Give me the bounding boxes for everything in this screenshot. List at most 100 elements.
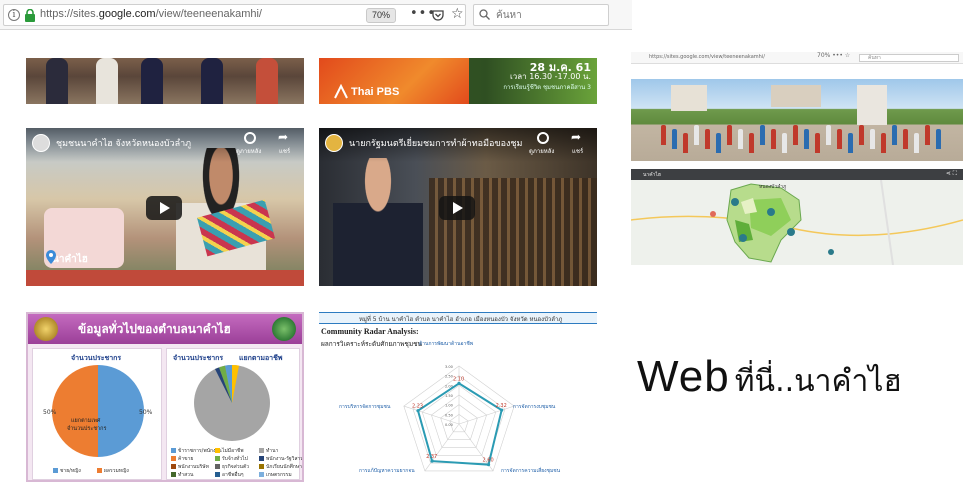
- building: [671, 85, 707, 111]
- bookmark-star-icon[interactable]: ☆: [451, 6, 464, 22]
- legend-item: ชาย/หญิง: [53, 467, 81, 475]
- dancer-figure: [782, 133, 787, 153]
- pocket-icon[interactable]: [432, 10, 444, 21]
- web-caption: Web ที่นี่..นาคำไฮ: [637, 352, 902, 405]
- radar-tick-label: 1.50: [445, 394, 453, 398]
- dancer-figure: [727, 125, 732, 145]
- radar-slide[interactable]: หมู่ที่ 5 บ้าน นาคำไฮ ตำบล นาคำไฮ อำเภอ …: [319, 312, 597, 482]
- dancer-figure: [749, 133, 754, 153]
- url-text[interactable]: https://sites.google.com/view/teeneenaka…: [40, 8, 262, 20]
- watch-later-label: ดูภายหลัง: [529, 148, 555, 155]
- lock-icon: [25, 9, 35, 22]
- loom-background: [429, 178, 597, 286]
- legend-item: ธุรกิจส่วนตัว: [215, 463, 249, 471]
- pie-pct-label: 50%: [43, 409, 57, 416]
- radar-value-label: 2.37: [426, 454, 437, 460]
- video-poster-text: นาคำไฮ: [52, 254, 88, 265]
- dancer-figure: [804, 129, 809, 149]
- dancer-figure: [848, 133, 853, 153]
- play-button[interactable]: [439, 196, 475, 220]
- map-canvas: [631, 180, 963, 265]
- dancer-figure: [936, 129, 941, 149]
- legend-item: ทำนา: [259, 447, 278, 455]
- zoom-level-badge[interactable]: 70%: [366, 8, 396, 23]
- channel-avatar[interactable]: [325, 134, 343, 152]
- dancer-figure: [96, 58, 118, 104]
- gate-pillar: [857, 85, 887, 125]
- radar-tick-label: 1.00: [445, 404, 453, 408]
- info-slide[interactable]: ข้อมูลทั่วไปของตำบลนาคำไฮ จำนวนประชากร 5…: [26, 312, 304, 482]
- browser-toolbar: i https://sites.google.com/view/teeneena…: [0, 0, 632, 30]
- pie-pct-label: 50%: [139, 409, 153, 416]
- info-icon[interactable]: i: [8, 9, 20, 21]
- radar-axis-label: การบริหารจัดการชุมชน: [339, 403, 391, 410]
- mini-browser-chrome: https://sites.google.com/view/teeneenaka…: [631, 52, 963, 64]
- building: [771, 85, 821, 107]
- dancer-figure: [881, 133, 886, 153]
- video-title[interactable]: ชุมชนนาคำไฮ จังหวัดหนองบัวลำภู: [56, 136, 191, 150]
- road-strip: [26, 270, 304, 286]
- play-button[interactable]: [146, 196, 182, 220]
- population-panel: จำนวนประชากร 50% 50% แยกตามเพศ จำนวนประช…: [32, 348, 162, 480]
- radar-value-label: 2.23: [412, 404, 423, 410]
- dancer-figure: [46, 58, 68, 104]
- legend-item: พนักงานบริษัท: [171, 463, 209, 471]
- caption-thai: ที่นี่..นาคำไฮ: [734, 364, 902, 399]
- thai-pbs-banner[interactable]: Thai PBS 28 ม.ค. 61 เวลา 16.30 -17.00 น.…: [319, 58, 597, 104]
- radar-tick-label: 0.50: [445, 413, 453, 417]
- radar-axis-label: การจัดการความเสี่ยงชุมชน: [501, 467, 561, 474]
- radar-value-label: 2.10: [453, 376, 464, 382]
- watch-later-icon[interactable]: [537, 132, 549, 144]
- dancer-figure: [661, 125, 666, 145]
- dancer-figure: [705, 129, 710, 149]
- map-pin-icon: [46, 250, 56, 264]
- share-label: แชร์: [572, 148, 584, 155]
- map-toolbar: นาคำไฮ ⋖ ⛶: [631, 169, 963, 180]
- search-icon: [479, 9, 490, 20]
- dancer-figure: [694, 125, 699, 145]
- dancer-figure: [716, 133, 721, 153]
- dancer-figure: [903, 129, 908, 149]
- caption-web: Web: [637, 352, 730, 401]
- legend-item: ทำสวน: [171, 471, 193, 479]
- embedded-map[interactable]: นาคำไฮ ⋖ ⛶ หนองบัวลำภู: [631, 169, 963, 265]
- festival-photo[interactable]: [26, 58, 304, 104]
- village-street-photo[interactable]: [631, 79, 963, 161]
- pie-slice-male: [98, 365, 144, 457]
- dancer-figure: [683, 133, 688, 153]
- video-embed-1[interactable]: นาคำไฮ ชุมชนนาคำไฮ จังหวัดหนองบัวลำภู ดู…: [26, 128, 304, 286]
- video-title[interactable]: นายกรัฐมนตรีเยี่ยมชมการทำผ้าทอมือของชุม: [349, 136, 522, 150]
- dancer-figure: [837, 129, 842, 149]
- legend-item: เกษตรกรรม: [259, 471, 292, 479]
- mini-search-input: ค้นหา: [859, 54, 959, 62]
- video-embed-2[interactable]: นายกรัฐมนตรีเยี่ยมชมการทำผ้าทอมือของชุม …: [319, 128, 597, 286]
- address-bar[interactable]: i https://sites.google.com/view/teeneena…: [3, 4, 466, 26]
- map-share-icon[interactable]: ⋖ ⛶: [946, 170, 957, 178]
- dancer-figure: [826, 125, 831, 145]
- share-icon[interactable]: ➦: [278, 130, 288, 144]
- dancer-figure: [141, 58, 163, 104]
- thai-pbs-logo-icon: [334, 84, 348, 99]
- tv-subtitle: การเรียนรู้ชีวิต ชุมชนภาคอีสาน 3: [503, 84, 591, 91]
- search-input[interactable]: ค้นหา: [473, 4, 609, 26]
- watch-later-icon[interactable]: [244, 132, 256, 144]
- share-label: แชร์: [279, 148, 291, 155]
- dancer-figure: [201, 58, 223, 104]
- dancer-figure: [925, 125, 930, 145]
- mini-toolbar-icons: 70% ••• ☆: [817, 52, 851, 59]
- man-figure: [333, 158, 423, 286]
- dancer-figure: [892, 125, 897, 145]
- occupation-pie-chart: [194, 364, 270, 441]
- channel-avatar[interactable]: [32, 134, 50, 152]
- pie-center-label: จำนวนประชากร: [67, 426, 107, 432]
- share-icon[interactable]: ➦: [571, 130, 581, 144]
- dancer-figure: [256, 58, 278, 104]
- search-placeholder: ค้นหา: [496, 10, 522, 21]
- dancer-figure: [815, 133, 820, 153]
- mini-url-text: https://sites.google.com/view/teeneenaka…: [649, 54, 765, 60]
- seal-left-icon: [34, 317, 58, 341]
- dancer-figure: [859, 125, 864, 145]
- radar-value-label: 2.32: [496, 403, 507, 409]
- radar-chart: 0.000.501.001.502.002.503.002.102.322.60…: [339, 340, 561, 474]
- tv-brand: Thai PBS: [351, 86, 400, 98]
